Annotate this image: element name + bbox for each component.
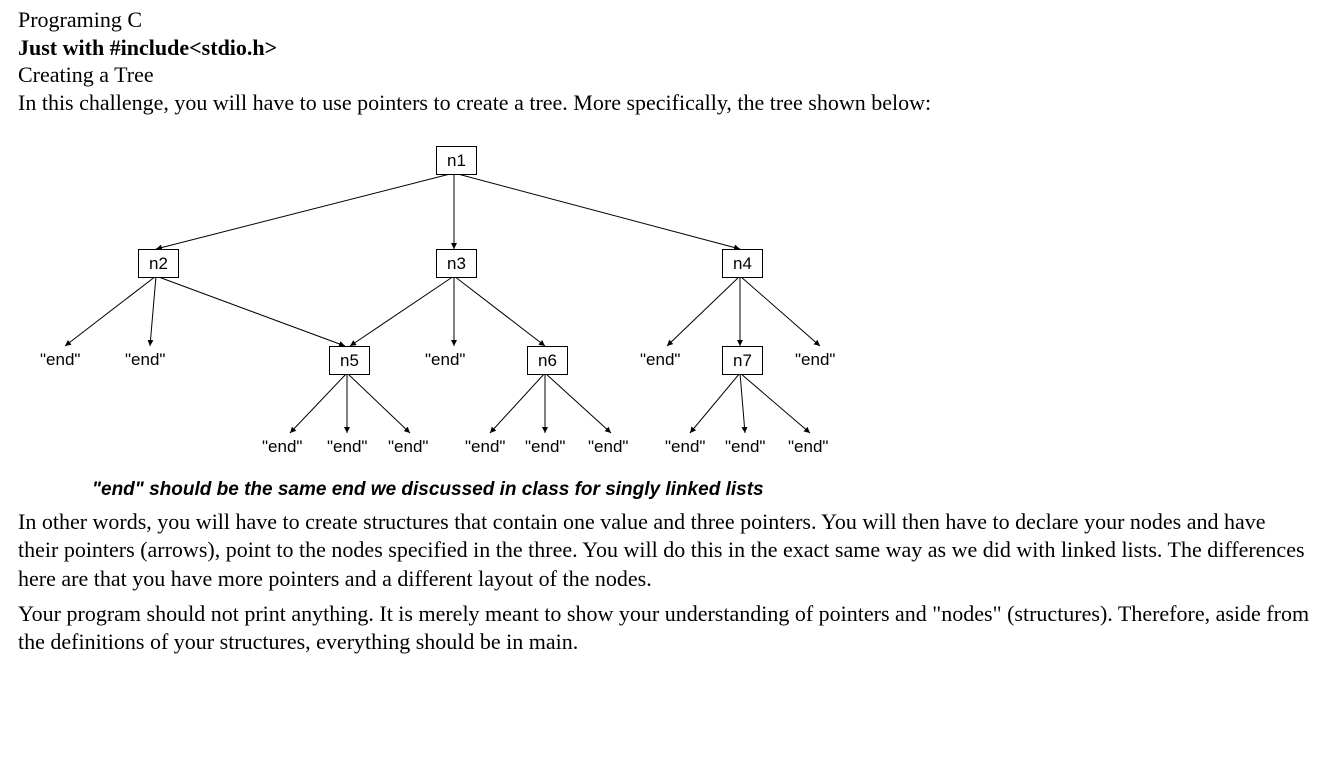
end-label: "end" [795, 349, 835, 370]
node-n6: n6 [527, 346, 568, 375]
end-label: "end" [40, 349, 80, 370]
end-label: "end" [388, 436, 428, 457]
node-n2: n2 [138, 249, 179, 278]
end-label: "end" [725, 436, 765, 457]
heading-line-3: Creating a Tree [18, 61, 1310, 89]
end-label: "end" [588, 436, 628, 457]
end-label: "end" [327, 436, 367, 457]
end-label: "end" [465, 436, 505, 457]
end-label: "end" [665, 436, 705, 457]
end-label: "end" [525, 436, 565, 457]
body-paragraph-1: In other words, you will have to create … [0, 508, 1328, 594]
node-n4: n4 [722, 249, 763, 278]
italic-note: "end" should be the same end we discusse… [0, 478, 1328, 502]
tree-diagram: n1 n2 n3 n4 n5 n6 n7 "end" "end" "end" "… [0, 136, 1328, 466]
end-label: "end" [262, 436, 302, 457]
body-paragraph-2: Your program should not print anything. … [0, 600, 1328, 657]
node-n5: n5 [329, 346, 370, 375]
header-block: Programing C Just with #include<stdio.h>… [0, 0, 1328, 116]
node-n3: n3 [436, 249, 477, 278]
end-label: "end" [425, 349, 465, 370]
end-label: "end" [788, 436, 828, 457]
end-label: "end" [125, 349, 165, 370]
heading-line-4: In this challenge, you will have to use … [18, 89, 1310, 117]
node-n1: n1 [436, 146, 477, 175]
heading-line-1: Programing C [18, 6, 1310, 34]
node-n7: n7 [722, 346, 763, 375]
end-label: "end" [640, 349, 680, 370]
heading-line-2: Just with #include<stdio.h> [18, 34, 1310, 62]
tree-edges-svg [0, 136, 1328, 466]
